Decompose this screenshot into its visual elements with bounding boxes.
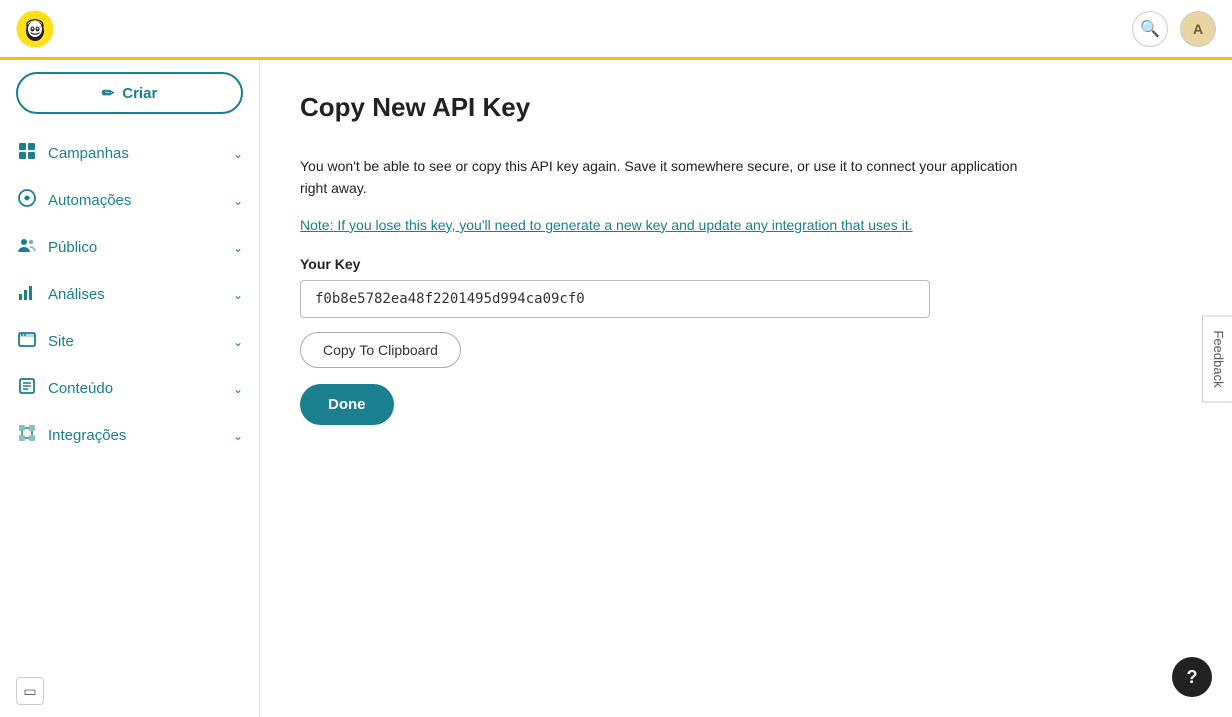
avatar[interactable]: A [1180, 11, 1216, 47]
site-icon [16, 329, 38, 354]
campanhas-label: Campanhas [48, 145, 223, 162]
conteudo-label: Conteúdo [48, 380, 223, 397]
conteudo-icon [16, 376, 38, 401]
criar-button[interactable]: ✏ Criar [16, 72, 243, 114]
publico-chevron: ⌄ [233, 241, 243, 255]
criar-icon: ✏ [102, 84, 115, 102]
mailchimp-logo[interactable] [16, 10, 54, 48]
your-key-label: Your Key [300, 256, 1020, 272]
warning-text: You won't be able to see or copy this AP… [300, 155, 1020, 200]
conteudo-chevron: ⌄ [233, 382, 243, 396]
campanhas-chevron: ⌄ [233, 147, 243, 161]
campanhas-icon [16, 141, 38, 166]
collapse-sidebar-button[interactable]: ▭ [16, 677, 44, 705]
publico-icon [16, 235, 38, 260]
collapse-sidebar-icon: ▭ [23, 683, 36, 700]
automacoes-icon [16, 188, 38, 213]
note-link[interactable]: If you lose this key, you'll need to gen… [337, 217, 912, 233]
note-text: Note: If you lose this key, you'll need … [300, 214, 1020, 236]
top-bar-right: 🔍 A [1132, 11, 1216, 47]
sidebar-item-integracoes[interactable]: Integrações ⌄ [0, 412, 259, 459]
sidebar-item-publico[interactable]: Público ⌄ [0, 224, 259, 271]
criar-label: Criar [122, 85, 157, 102]
integracoes-icon [16, 423, 38, 448]
sidebar-bottom: ▭ [0, 665, 259, 717]
main-content: Copy New API Key You won't be able to se… [260, 60, 1232, 717]
top-bar-left [16, 10, 54, 48]
analises-icon [16, 282, 38, 307]
analises-chevron: ⌄ [233, 288, 243, 302]
top-bar: 🔍 A [0, 0, 1232, 60]
search-icon: 🔍 [1140, 19, 1160, 39]
content-section: You won't be able to see or copy this AP… [300, 155, 1020, 425]
help-button[interactable]: ? [1172, 657, 1212, 697]
note-prefix: Note: [300, 217, 337, 233]
integracoes-label: Integrações [48, 427, 223, 444]
analises-label: Análises [48, 286, 223, 303]
integracoes-chevron: ⌄ [233, 429, 243, 443]
sidebar-item-automacoes[interactable]: Automações ⌄ [0, 177, 259, 224]
search-button[interactable]: 🔍 [1132, 11, 1168, 47]
layout: ✏ Criar Campanhas ⌄ Automações ⌄ Público… [0, 60, 1232, 717]
feedback-tab[interactable]: Feedback [1202, 315, 1232, 402]
done-button[interactable]: Done [300, 384, 394, 425]
api-key-input[interactable] [300, 280, 930, 318]
automacoes-label: Automações [48, 192, 223, 209]
sidebar-item-site[interactable]: Site ⌄ [0, 318, 259, 365]
site-chevron: ⌄ [233, 335, 243, 349]
site-label: Site [48, 333, 223, 350]
sidebar-item-analises[interactable]: Análises ⌄ [0, 271, 259, 318]
publico-label: Público [48, 239, 223, 256]
automacoes-chevron: ⌄ [233, 194, 243, 208]
sidebar: ✏ Criar Campanhas ⌄ Automações ⌄ Público… [0, 60, 260, 717]
page-title: Copy New API Key [300, 92, 1192, 123]
sidebar-item-conteudo[interactable]: Conteúdo ⌄ [0, 365, 259, 412]
copy-to-clipboard-button[interactable]: Copy To Clipboard [300, 332, 461, 368]
sidebar-item-campanhas[interactable]: Campanhas ⌄ [0, 130, 259, 177]
